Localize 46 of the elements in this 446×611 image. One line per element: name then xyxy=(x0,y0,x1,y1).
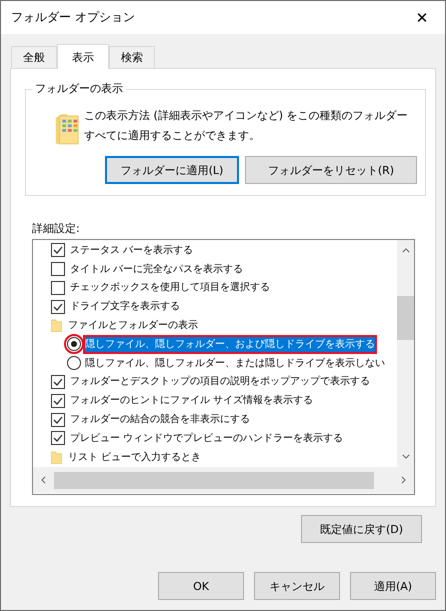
horizontal-scrollbar[interactable] xyxy=(33,467,414,493)
checkbox[interactable] xyxy=(51,243,65,258)
checkbox-label[interactable]: フォルダーの結合の競合を非表示にする xyxy=(70,412,250,428)
checkbox-label[interactable]: フォルダーのヒントにファイル サイズ情報を表示する xyxy=(70,393,314,408)
checkbox[interactable] xyxy=(51,412,65,427)
group-label: ファイルとフォルダーの表示 xyxy=(68,318,198,334)
reset-folders-button[interactable]: フォルダーをリセット(R) xyxy=(245,156,417,184)
folder-icon xyxy=(54,112,80,146)
tab[interactable]: 表示 xyxy=(57,44,109,69)
scroll-up-icon[interactable] xyxy=(402,248,410,253)
checkbox[interactable] xyxy=(51,374,65,389)
cancel-button[interactable]: キャンセル xyxy=(254,572,340,600)
tab[interactable]: 全般 xyxy=(11,46,57,68)
checkbox-label[interactable]: ステータス バーを表示する xyxy=(70,242,194,258)
folder-icon xyxy=(51,319,62,332)
checkbox[interactable] xyxy=(51,300,65,314)
checkbox-label[interactable]: タイトル バーに完全なパスを表示する xyxy=(70,262,244,277)
radio-button[interactable] xyxy=(67,337,81,352)
group-title: フォルダーの表示 xyxy=(32,81,126,96)
ok-button[interactable]: OK xyxy=(158,572,244,600)
tab[interactable]: 検索 xyxy=(109,46,155,68)
folder-icon xyxy=(51,450,62,464)
vertical-scrollbar[interactable] xyxy=(397,240,414,467)
settings-label: 詳細設定: xyxy=(32,221,81,236)
checkbox-label[interactable]: フォルダーとデスクトップの項目の説明をポップアップで表示する xyxy=(70,374,370,390)
group-label: リスト ビューで入力するとき xyxy=(68,450,202,465)
apply-to-folders-button[interactable]: フォルダーに適用(L) xyxy=(105,156,239,184)
checkbox-label[interactable]: チェックボックスを使用して項目を選択する xyxy=(70,280,270,296)
window-title: フォルダー オプション xyxy=(11,9,135,26)
scroll-right-icon[interactable] xyxy=(401,476,406,484)
checkbox-label[interactable]: ドライブ文字を表示する xyxy=(70,299,180,314)
radio-label[interactable]: 隠しファイル、隠しフォルダー、および隠しドライブを表示する xyxy=(85,336,375,352)
scroll-down-icon[interactable] xyxy=(402,454,410,459)
restore-defaults-button[interactable]: 既定値に戻す(D) xyxy=(301,515,422,543)
radio-button[interactable] xyxy=(67,356,81,370)
scroll-thumb[interactable] xyxy=(54,472,374,488)
checkbox-label[interactable]: プレビュー ウィンドウでプレビューのハンドラーを表示する xyxy=(70,430,344,446)
checkbox[interactable] xyxy=(51,431,65,446)
description-text: この表示方法 (詳細表示やアイコンなど) をこの種類のフォルダーすべてに適用することができます。 xyxy=(84,108,409,144)
radio-label[interactable]: 隠しファイル、隠しフォルダー、または隠しドライブを表示しない xyxy=(85,356,385,371)
checkbox[interactable] xyxy=(51,394,65,408)
checkbox[interactable] xyxy=(51,262,65,276)
apply-button[interactable]: 適用(A) xyxy=(350,572,436,600)
scroll-left-icon[interactable] xyxy=(41,476,46,484)
scroll-thumb[interactable] xyxy=(397,296,414,340)
checkbox[interactable] xyxy=(51,280,65,295)
